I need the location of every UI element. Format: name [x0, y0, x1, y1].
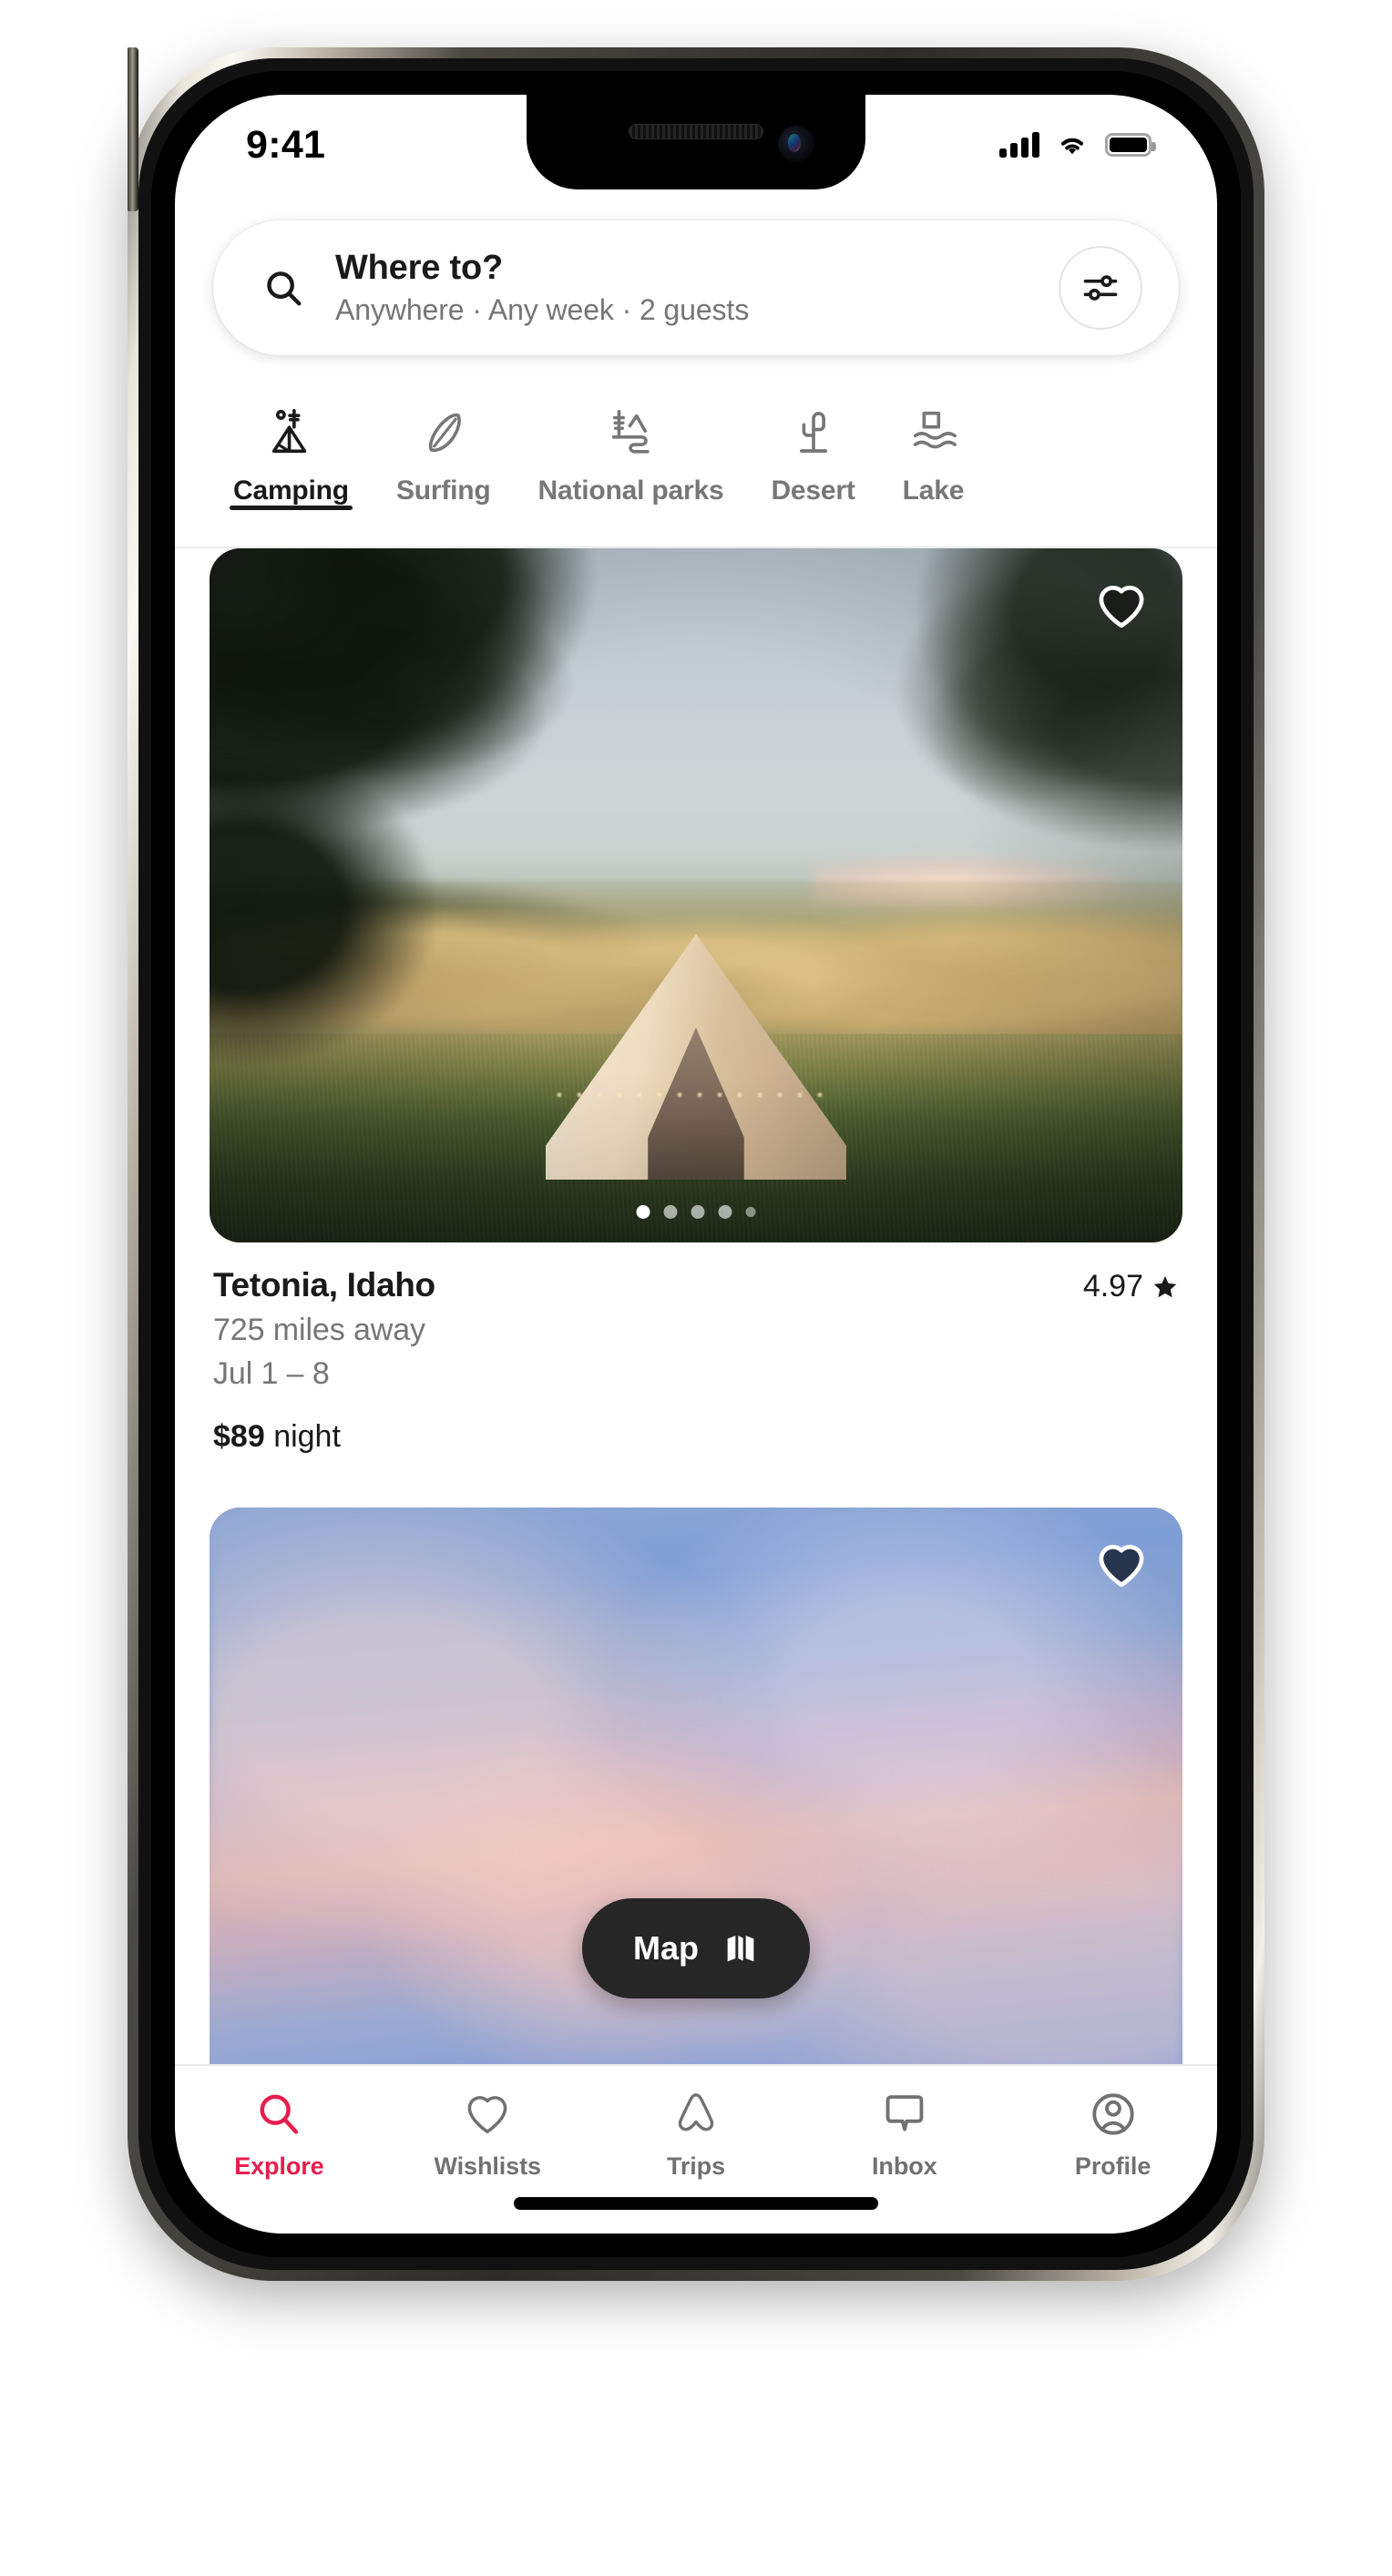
nav-label: Inbox [872, 2152, 937, 2180]
photo-carousel-dots[interactable] [636, 1205, 756, 1219]
rating-value: 4.97 [1082, 1269, 1143, 1303]
power-button[interactable] [128, 47, 138, 211]
nav-label: Wishlists [434, 2152, 541, 2180]
front-camera [778, 126, 814, 162]
nav-item-wishlists[interactable]: Wishlists [384, 2086, 592, 2181]
user-circle-icon [1089, 2086, 1138, 2142]
search-icon [254, 2086, 303, 2142]
earpiece-speaker [629, 124, 763, 139]
phone-screen: 9:41 Where to? Anywhere · Any week · 2 g… [175, 95, 1217, 2234]
airbnb-belo-icon [671, 2086, 721, 2142]
nav-label: Explore [234, 2152, 324, 2180]
search-texts: Where to? Anywhere · Any week · 2 guests [335, 249, 1059, 327]
heart-icon [1099, 1544, 1144, 1588]
listing-title-row: Tetonia, Idaho 4.97 [213, 1266, 1179, 1304]
filter-tune-icon [1083, 275, 1118, 301]
display-notch [527, 95, 865, 189]
surfboard-icon [417, 404, 470, 461]
carousel-dot[interactable] [718, 1205, 732, 1219]
nav-item-profile[interactable]: Profile [1008, 2086, 1217, 2181]
carousel-dot[interactable] [745, 1207, 756, 1217]
category-tabs[interactable]: Camping Surfing National parks Desert La… [175, 395, 1217, 548]
cellular-signal-icon [999, 132, 1039, 158]
carousel-dot[interactable] [663, 1205, 678, 1219]
star-icon [1153, 1275, 1177, 1297]
status-icons [999, 132, 1156, 158]
listing-price: $89 night [213, 1419, 1179, 1455]
favorite-button[interactable] [1095, 579, 1148, 632]
listing-photo[interactable] [210, 548, 1182, 1242]
listing-title: Tetonia, Idaho [213, 1266, 435, 1303]
tab-label: Lake [902, 475, 965, 506]
carousel-dot[interactable] [691, 1205, 705, 1219]
price-unit: night [273, 1419, 341, 1454]
phone-device-frame: 9:41 Where to? Anywhere · Any week · 2 g… [128, 47, 1264, 2281]
tab-surfing[interactable]: Surfing [373, 395, 515, 506]
listing-feed[interactable]: Tetonia, Idaho 4.97 725 miles away Jul 1… [175, 548, 1217, 2064]
tab-lake[interactable]: Lake [879, 395, 988, 506]
battery-full-icon [1105, 133, 1156, 157]
tab-label: Desert [771, 475, 855, 506]
map-folded-icon [727, 1936, 754, 1962]
heart-icon [1099, 585, 1144, 629]
screenshot-stage: 9:41 Where to? Anywhere · Any week · 2 g… [0, 0, 1392, 2576]
nav-item-trips[interactable]: Trips [592, 2086, 801, 2181]
listing-rating: 4.97 [1083, 1269, 1179, 1304]
national-park-icon [605, 404, 658, 461]
nav-label: Profile [1074, 2152, 1151, 2180]
tab-camping[interactable]: Camping [210, 395, 373, 510]
tab-label: Camping [233, 475, 349, 506]
listing-card[interactable]: Tetonia, Idaho 4.97 725 miles away Jul 1… [175, 548, 1217, 1455]
search-title: Where to? [335, 249, 503, 288]
tab-label: National parks [537, 475, 724, 506]
home-indicator[interactable] [514, 2197, 878, 2210]
tent-icon [264, 404, 317, 461]
photo-vignette [210, 548, 1182, 1242]
carousel-dot[interactable] [636, 1205, 650, 1219]
price-amount: $89 [213, 1419, 265, 1454]
map-button-label: Map [633, 1929, 699, 1967]
lake-icon [906, 404, 959, 461]
tab-label: Surfing [395, 475, 491, 506]
filter-button[interactable] [1059, 246, 1142, 330]
listing-info: Tetonia, Idaho 4.97 725 miles away Jul 1… [210, 1242, 1182, 1455]
search-subtitle: Anywhere · Any week · 2 guests [335, 292, 750, 326]
message-icon [880, 2086, 929, 2142]
heart-icon [463, 2086, 512, 2142]
nav-item-explore[interactable]: Explore [175, 2086, 384, 2181]
status-time: 9:41 [246, 122, 326, 167]
wifi-icon [1061, 138, 1083, 155]
nav-label: Trips [666, 2152, 725, 2180]
tab-desert[interactable]: Desert [747, 395, 878, 506]
search-icon [267, 271, 302, 306]
nav-item-inbox[interactable]: Inbox [800, 2086, 1008, 2181]
listing-distance: 725 miles away [213, 1313, 425, 1347]
map-button[interactable]: Map [582, 1898, 810, 1998]
tab-national-parks[interactable]: National parks [515, 395, 748, 506]
listing-dates: Jul 1 – 8 [213, 1356, 330, 1391]
favorite-button[interactable] [1095, 1538, 1148, 1591]
search-bar[interactable]: Where to? Anywhere · Any week · 2 guests [213, 220, 1179, 355]
cactus-icon [787, 404, 840, 461]
